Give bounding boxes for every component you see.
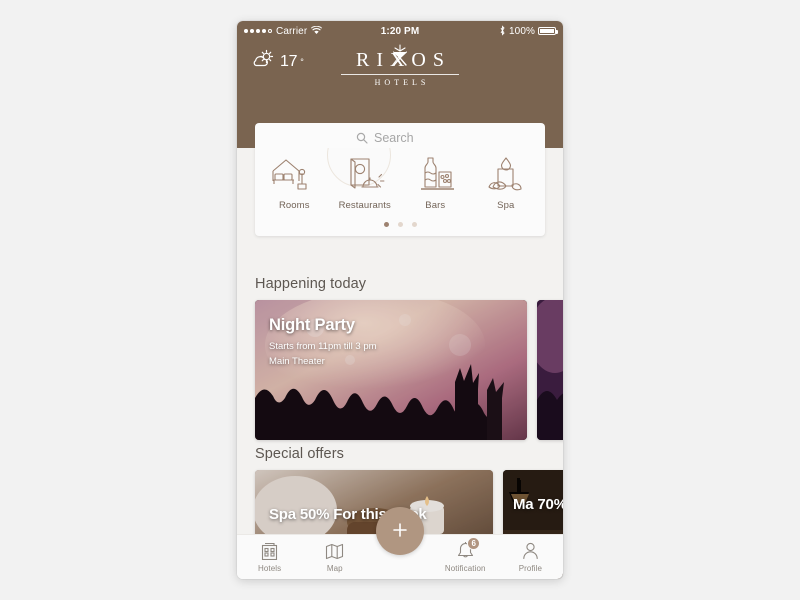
building-icon: [261, 542, 278, 561]
category-label: Rooms: [278, 200, 310, 211]
tab-hotels[interactable]: Hotels: [237, 542, 302, 573]
logo-subtitle: HOTELS: [374, 78, 430, 87]
event-venue: Main Theater: [269, 355, 325, 367]
special-offers-title: Special offers: [255, 446, 344, 462]
carrier-label: Carrier: [276, 25, 308, 37]
map-icon: [325, 542, 344, 561]
categories-card: Rooms Restaurants Bars Spa: [255, 148, 545, 236]
tab-label: Map: [326, 563, 343, 573]
event-card-night-party[interactable]: Night Party Starts from 11pm till 3 pm M…: [255, 300, 527, 440]
app-header: 17 ° RIXOS HOTELS: [237, 41, 563, 153]
brand-logo: RIXOS HOTELS: [237, 44, 563, 87]
event-card-next-peek[interactable]: [537, 300, 563, 440]
category-item-restaurants[interactable]: Restaurants: [330, 155, 401, 211]
happening-today-title: Happening today: [255, 276, 367, 292]
event-card-text: Night Party Starts from 11pm till 3 pm M…: [269, 316, 377, 369]
signal-dots-icon: [244, 29, 272, 33]
bed-room-icon: [270, 155, 318, 195]
status-bar-left: Carrier: [244, 25, 381, 37]
category-item-bars[interactable]: Bars: [400, 155, 471, 211]
pager-dot[interactable]: [397, 222, 403, 227]
bluetooth-icon: [499, 24, 506, 38]
phone-frame: Carrier 1:20 PM 100% 17 ° RIXOS HOTELS S…: [237, 21, 563, 579]
category-pager[interactable]: [259, 222, 541, 227]
status-bar: Carrier 1:20 PM 100%: [237, 21, 563, 41]
menu-cloche-icon: [343, 155, 387, 195]
crown-x-icon: [389, 44, 411, 68]
logo-wordmark-wrap: RIXOS: [349, 44, 451, 70]
event-peek-image: [537, 300, 563, 440]
tab-map[interactable]: Map: [302, 542, 367, 573]
tab-label: Hotels: [257, 563, 282, 573]
event-title: Night Party: [269, 316, 355, 334]
bottle-glass-icon: [413, 155, 457, 195]
category-label: Bars: [425, 200, 446, 211]
notification-badge: 6: [467, 536, 481, 550]
plus-icon: [391, 521, 409, 542]
wifi-icon: [311, 25, 323, 37]
add-button[interactable]: [376, 507, 424, 555]
pager-dot-active[interactable]: [383, 222, 389, 227]
tab-notification[interactable]: 6 Notification: [433, 536, 498, 573]
battery-percent-label: 100%: [509, 25, 535, 37]
happening-carousel[interactable]: Night Party Starts from 11pm till 3 pm M…: [255, 300, 563, 440]
status-bar-time: 1:20 PM: [380, 25, 420, 37]
tab-label: Profile: [518, 563, 543, 573]
battery-icon: [538, 27, 558, 35]
category-item-rooms[interactable]: Rooms: [259, 155, 330, 211]
category-row: Rooms Restaurants Bars Spa: [259, 155, 541, 211]
tab-profile[interactable]: Profile: [498, 542, 563, 573]
tab-label: Notification: [444, 563, 486, 573]
event-time: Starts from 11pm till 3 pm: [269, 340, 377, 352]
candle-lotus-icon: [484, 155, 528, 195]
status-bar-right: 100%: [419, 24, 558, 38]
category-item-spa[interactable]: Spa: [471, 155, 542, 211]
offer-text: Ma 70%: [513, 496, 563, 513]
category-label: Spa: [497, 200, 515, 211]
search-input[interactable]: [374, 131, 444, 145]
pager-dot[interactable]: [411, 222, 417, 227]
logo-divider: [341, 74, 459, 75]
category-label: Restaurants: [338, 200, 391, 211]
search-icon: [356, 132, 368, 144]
person-icon: [522, 542, 539, 561]
